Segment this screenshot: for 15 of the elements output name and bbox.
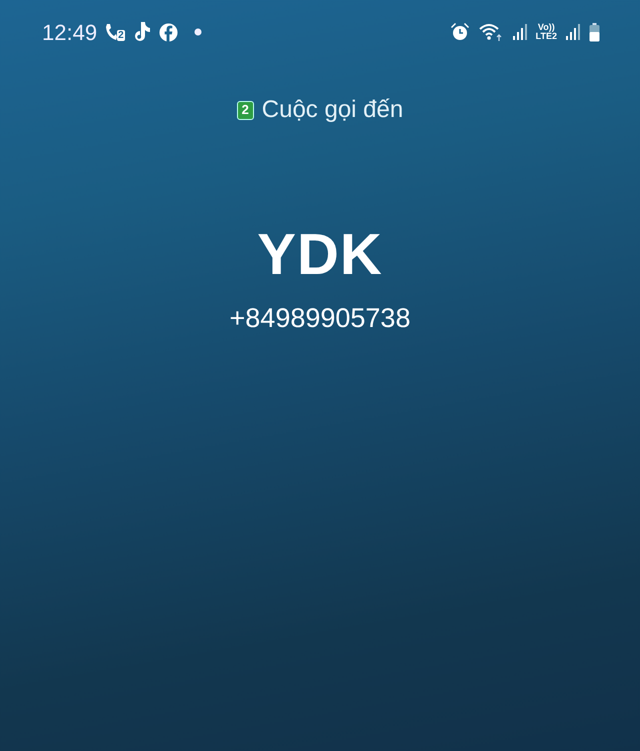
signal-icon (565, 23, 581, 41)
wifi-icon (478, 22, 504, 42)
alarm-icon (450, 22, 470, 42)
caller-number: +84989905738 (230, 303, 410, 333)
signal-icon (512, 23, 528, 41)
music-note-icon (132, 22, 151, 42)
caller-name: YDK (257, 222, 383, 287)
facebook-icon (158, 22, 178, 42)
incoming-call-label: Cuộc gọi đến (262, 95, 404, 125)
sim-badge: 2 (236, 100, 254, 120)
clock-time: 12:49 (42, 18, 98, 46)
battery-icon (589, 22, 600, 42)
notification-dot-icon (194, 28, 202, 36)
lte-label: LTE2 (536, 32, 557, 41)
volte-label: Vo)) (536, 23, 556, 32)
